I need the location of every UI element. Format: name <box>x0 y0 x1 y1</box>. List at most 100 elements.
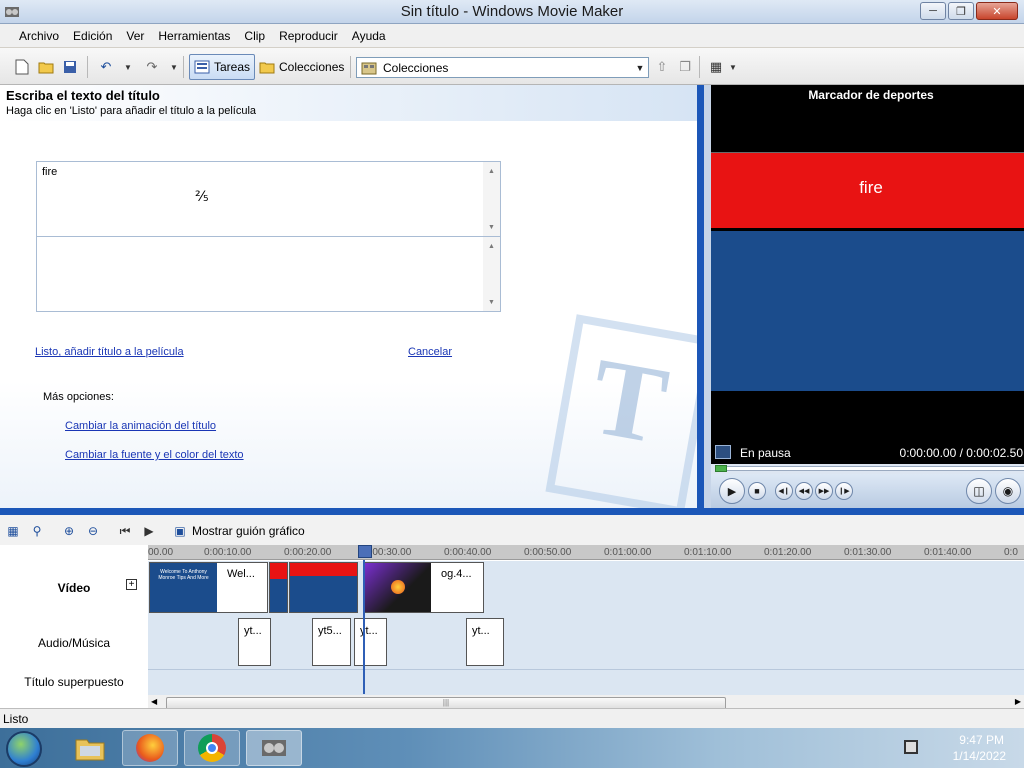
audio-track-label: Audio/Música <box>37 636 111 650</box>
scroll-down-icon[interactable]: ▼ <box>483 220 500 234</box>
scroll-right-icon[interactable]: ▶ <box>1015 697 1021 706</box>
menu-bar: Archivo Edición Ver Herramientas Clip Re… <box>0 24 1024 47</box>
toolbar: ↶ ▼ ↷ ▼ Tareas Colecciones Colecciones ▼… <box>0 48 1024 85</box>
scroll-down-icon[interactable]: ▼ <box>483 295 500 309</box>
timeline-ruler[interactable]: 00.00 0:00:10.00 0:00:20.00 0:00:30.00 0… <box>148 545 1024 560</box>
timeline: ▦ ⚲ ⊕ ⊖ ⏮ ▶ ▣ Mostrar guión gráfico 00.0… <box>0 508 1024 712</box>
change-font-link[interactable]: Cambiar la fuente y el color del texto <box>65 449 244 461</box>
play-timeline-icon[interactable]: ▶ <box>141 523 157 539</box>
undo-icon[interactable]: ↶ <box>97 58 115 76</box>
cancel-link[interactable]: Cancelar <box>408 346 452 358</box>
timeline-settings-icon[interactable]: ▦ <box>5 523 21 539</box>
snapshot-button[interactable]: ◉ <box>995 478 1021 504</box>
scroll-up-icon[interactable]: ▲ <box>483 164 500 178</box>
title-overlay-track[interactable] <box>148 669 1024 695</box>
preview-title: Marcador de deportes <box>808 88 934 102</box>
video-track-name: Vídeo <box>57 581 91 595</box>
video-clip[interactable]: Welcome To Anthony Monroe Tips And More … <box>149 562 268 613</box>
taskbar-explorer[interactable] <box>62 730 118 766</box>
menu-ver[interactable]: Ver <box>119 29 151 43</box>
preview-blue-band <box>711 231 1024 391</box>
title-text-input[interactable]: fire ⅖ ▲ ▼ <box>36 161 501 237</box>
chevron-down-icon[interactable]: ▼ <box>632 58 648 77</box>
new-project-icon[interactable] <box>13 58 31 76</box>
stop-button[interactable]: ■ <box>748 482 766 500</box>
taskbar-firefox[interactable] <box>122 730 178 766</box>
network-icon[interactable] <box>904 740 918 754</box>
menu-edicion[interactable]: Edición <box>66 29 119 43</box>
ruler-tick: 0:01:00.00 <box>604 547 652 558</box>
play-button[interactable]: ▶ <box>719 478 745 504</box>
pane-header: Escriba el texto del título Haga clic en… <box>0 85 697 121</box>
audio-track[interactable]: yt... yt5... yt... yt... <box>148 615 1024 669</box>
minimize-button[interactable]: ─ <box>920 2 946 20</box>
clock-time[interactable]: 9:47 PM <box>959 733 1004 747</box>
close-button[interactable]: ✕ <box>976 2 1018 20</box>
done-add-title-link[interactable]: Listo, añadir título a la película <box>35 346 184 358</box>
audio-clip[interactable]: yt... <box>354 618 387 666</box>
menu-clip[interactable]: Clip <box>237 29 272 43</box>
expand-video-track-icon[interactable]: + <box>126 579 137 590</box>
rewind-button[interactable]: ◀◀ <box>795 482 813 500</box>
video-track[interactable]: Welcome To Anthony Monroe Tips And More … <box>148 561 1024 615</box>
fast-forward-icon: ▶▶ <box>818 488 830 495</box>
seek-bar[interactable] <box>711 464 1024 474</box>
audio-clip[interactable]: yt... <box>466 618 504 666</box>
play-icon: ▶ <box>727 485 737 498</box>
clip-label: Wel... <box>227 568 255 580</box>
taskbar-movie-maker[interactable] <box>246 730 302 766</box>
change-animation-link[interactable]: Cambiar la animación del título <box>65 420 216 432</box>
preview-monitor: Marcador de deportes fire En pausa 0:00:… <box>697 85 1024 508</box>
narrate-microphone-icon[interactable]: ⚲ <box>29 523 45 539</box>
start-button[interactable] <box>6 731 42 767</box>
title-clip[interactable] <box>269 562 288 613</box>
previous-frame-button[interactable]: ◀❙ <box>775 482 793 500</box>
redo-dropdown-icon[interactable]: ▼ <box>165 58 183 76</box>
split-clip-button[interactable]: ◫ <box>966 478 992 504</box>
view-options-icon[interactable]: ▦ <box>707 58 725 76</box>
menu-archivo[interactable]: Archivo <box>12 29 66 43</box>
playhead-marker[interactable] <box>358 545 372 558</box>
ruler-tick: 0:01:20.00 <box>764 547 812 558</box>
view-dropdown-icon[interactable]: ▼ <box>724 58 742 76</box>
next-frame-button[interactable]: ❙▶ <box>835 482 853 500</box>
video-clip[interactable]: og.4... <box>364 562 484 613</box>
title-clip-selected[interactable] <box>289 562 358 613</box>
tasks-icon <box>194 60 210 74</box>
window-title: Sin título - Windows Movie Maker <box>400 3 624 20</box>
seek-track[interactable] <box>715 466 1024 471</box>
subtitle-text-input[interactable]: ▲ ▼ <box>36 236 501 312</box>
audio-clip[interactable]: yt5... <box>312 618 351 666</box>
show-storyboard-button[interactable]: Mostrar guión gráfico <box>192 524 305 538</box>
restore-button[interactable]: ❐ <box>948 2 974 20</box>
menu-herramientas[interactable]: Herramientas <box>151 29 237 43</box>
tasks-button[interactable]: Tareas <box>189 54 256 80</box>
title-text-scrollbar[interactable]: ▲ ▼ <box>483 162 500 236</box>
zoom-out-icon[interactable]: ⊖ <box>85 523 101 539</box>
clip-thumbnail: Welcome To Anthony Monroe Tips And More <box>150 563 217 612</box>
scroll-left-icon[interactable]: ◀ <box>151 697 157 706</box>
zoom-in-icon[interactable]: ⊕ <box>61 523 77 539</box>
audio-clip[interactable]: yt... <box>238 618 271 666</box>
taskbar-chrome[interactable] <box>184 730 240 766</box>
seek-thumb[interactable] <box>715 465 727 472</box>
new-folder-icon[interactable]: ❐ <box>676 58 694 76</box>
storyboard-icon[interactable]: ▣ <box>172 523 188 539</box>
scroll-up-icon[interactable]: ▲ <box>483 239 500 253</box>
collections-combo[interactable]: Colecciones ▼ <box>356 57 649 78</box>
collections-button[interactable]: Colecciones <box>255 54 348 80</box>
rewind-timeline-icon[interactable]: ⏮ <box>117 523 133 539</box>
save-project-icon[interactable] <box>61 58 79 76</box>
open-project-icon[interactable] <box>37 58 55 76</box>
up-folder-icon[interactable]: ⇧ <box>653 58 671 76</box>
fast-forward-button[interactable]: ▶▶ <box>815 482 833 500</box>
subtitle-text-scrollbar[interactable]: ▲ ▼ <box>483 237 500 311</box>
clock-date[interactable]: 1/14/2022 <box>953 749 1006 763</box>
menu-reproducir[interactable]: Reproducir <box>272 29 345 43</box>
undo-dropdown-icon[interactable]: ▼ <box>119 58 137 76</box>
menu-ayuda[interactable]: Ayuda <box>345 29 393 43</box>
skip-back-icon: ◀❙ <box>778 488 790 495</box>
pane-title: Escriba el texto del título <box>6 88 160 103</box>
firefox-icon <box>136 734 164 762</box>
redo-icon[interactable]: ↷ <box>143 58 161 76</box>
